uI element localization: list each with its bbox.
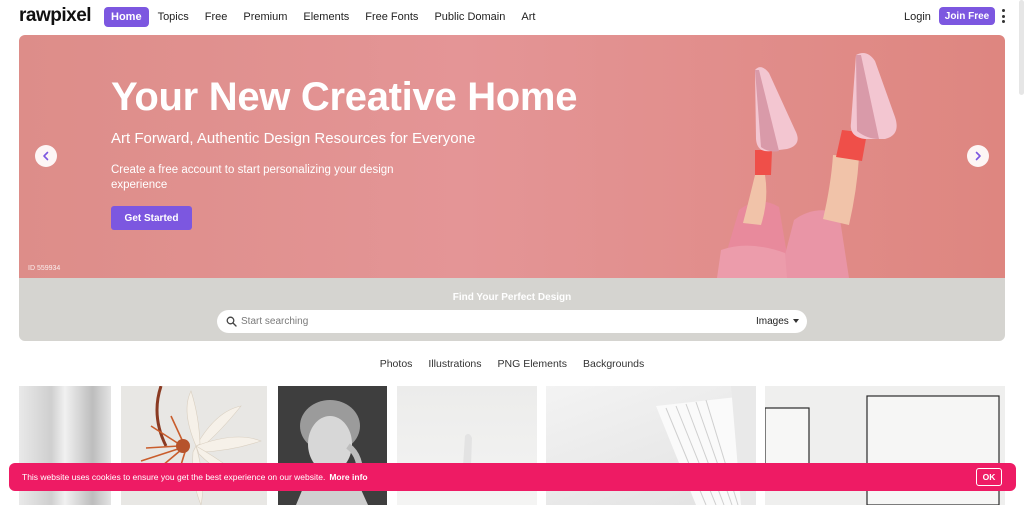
chevron-left-icon bbox=[43, 151, 49, 161]
tab-png-elements[interactable]: PNG Elements bbox=[498, 358, 567, 370]
image-id-label: ID 559934 bbox=[28, 265, 61, 272]
nav-item-free[interactable]: Free bbox=[198, 7, 235, 27]
rawpixel-logo[interactable]: rawpixel bbox=[19, 5, 92, 27]
cookie-more-info-link[interactable]: More info bbox=[329, 472, 367, 482]
search-bar[interactable]: Images bbox=[217, 310, 807, 333]
carousel-next-button[interactable] bbox=[967, 145, 989, 167]
tab-photos[interactable]: Photos bbox=[380, 358, 413, 370]
search-section: Find Your Perfect Design Images bbox=[19, 278, 1005, 341]
caret-down-icon bbox=[792, 319, 799, 324]
chevron-right-icon bbox=[975, 151, 981, 161]
nav-item-topics[interactable]: Topics bbox=[151, 7, 196, 27]
search-input[interactable] bbox=[241, 313, 721, 330]
more-vertical-icon[interactable] bbox=[1000, 9, 1006, 23]
carousel-prev-button[interactable] bbox=[35, 145, 57, 167]
nav-item-free-fonts[interactable]: Free Fonts bbox=[358, 7, 425, 27]
hero-banner: Your New Creative Home Art Forward, Auth… bbox=[19, 35, 1005, 278]
nav-item-art[interactable]: Art bbox=[514, 7, 542, 27]
join-free-button[interactable]: Join Free bbox=[939, 7, 995, 25]
search-icon bbox=[226, 316, 237, 327]
search-type-label: Images bbox=[756, 316, 789, 327]
hero-description: Create a free account to start personali… bbox=[111, 164, 394, 191]
nav-item-home[interactable]: Home bbox=[104, 7, 149, 27]
nav-item-elements[interactable]: Elements bbox=[296, 7, 356, 27]
cookie-ok-button[interactable]: OK bbox=[976, 468, 1002, 486]
search-heading: Find Your Perfect Design bbox=[452, 292, 572, 303]
main-nav: Home Topics Free Premium Elements Free F… bbox=[104, 7, 544, 27]
hero-title: Your New Creative Home bbox=[111, 75, 578, 119]
hero-legs-illustration bbox=[717, 53, 897, 278]
login-link[interactable]: Login bbox=[904, 11, 931, 23]
page-scrollbar[interactable] bbox=[1019, 0, 1024, 95]
search-type-dropdown[interactable]: Images bbox=[756, 316, 799, 327]
nav-item-public-domain[interactable]: Public Domain bbox=[427, 7, 512, 27]
get-started-button[interactable]: Get Started bbox=[111, 206, 192, 230]
nav-item-premium[interactable]: Premium bbox=[236, 7, 294, 27]
cookie-text: This website uses cookies to ensure you … bbox=[22, 472, 326, 482]
tab-illustrations[interactable]: Illustrations bbox=[428, 358, 481, 370]
cookie-banner: This website uses cookies to ensure you … bbox=[9, 463, 1016, 491]
cookie-message: This website uses cookies to ensure you … bbox=[22, 472, 368, 482]
category-tabs: Photos Illustrations PNG Elements Backgr… bbox=[0, 358, 1024, 370]
tab-backgrounds[interactable]: Backgrounds bbox=[583, 358, 644, 370]
top-navbar: rawpixel Home Topics Free Premium Elemen… bbox=[0, 0, 1024, 34]
hero-subtitle: Art Forward, Authentic Design Resources … bbox=[111, 130, 476, 147]
